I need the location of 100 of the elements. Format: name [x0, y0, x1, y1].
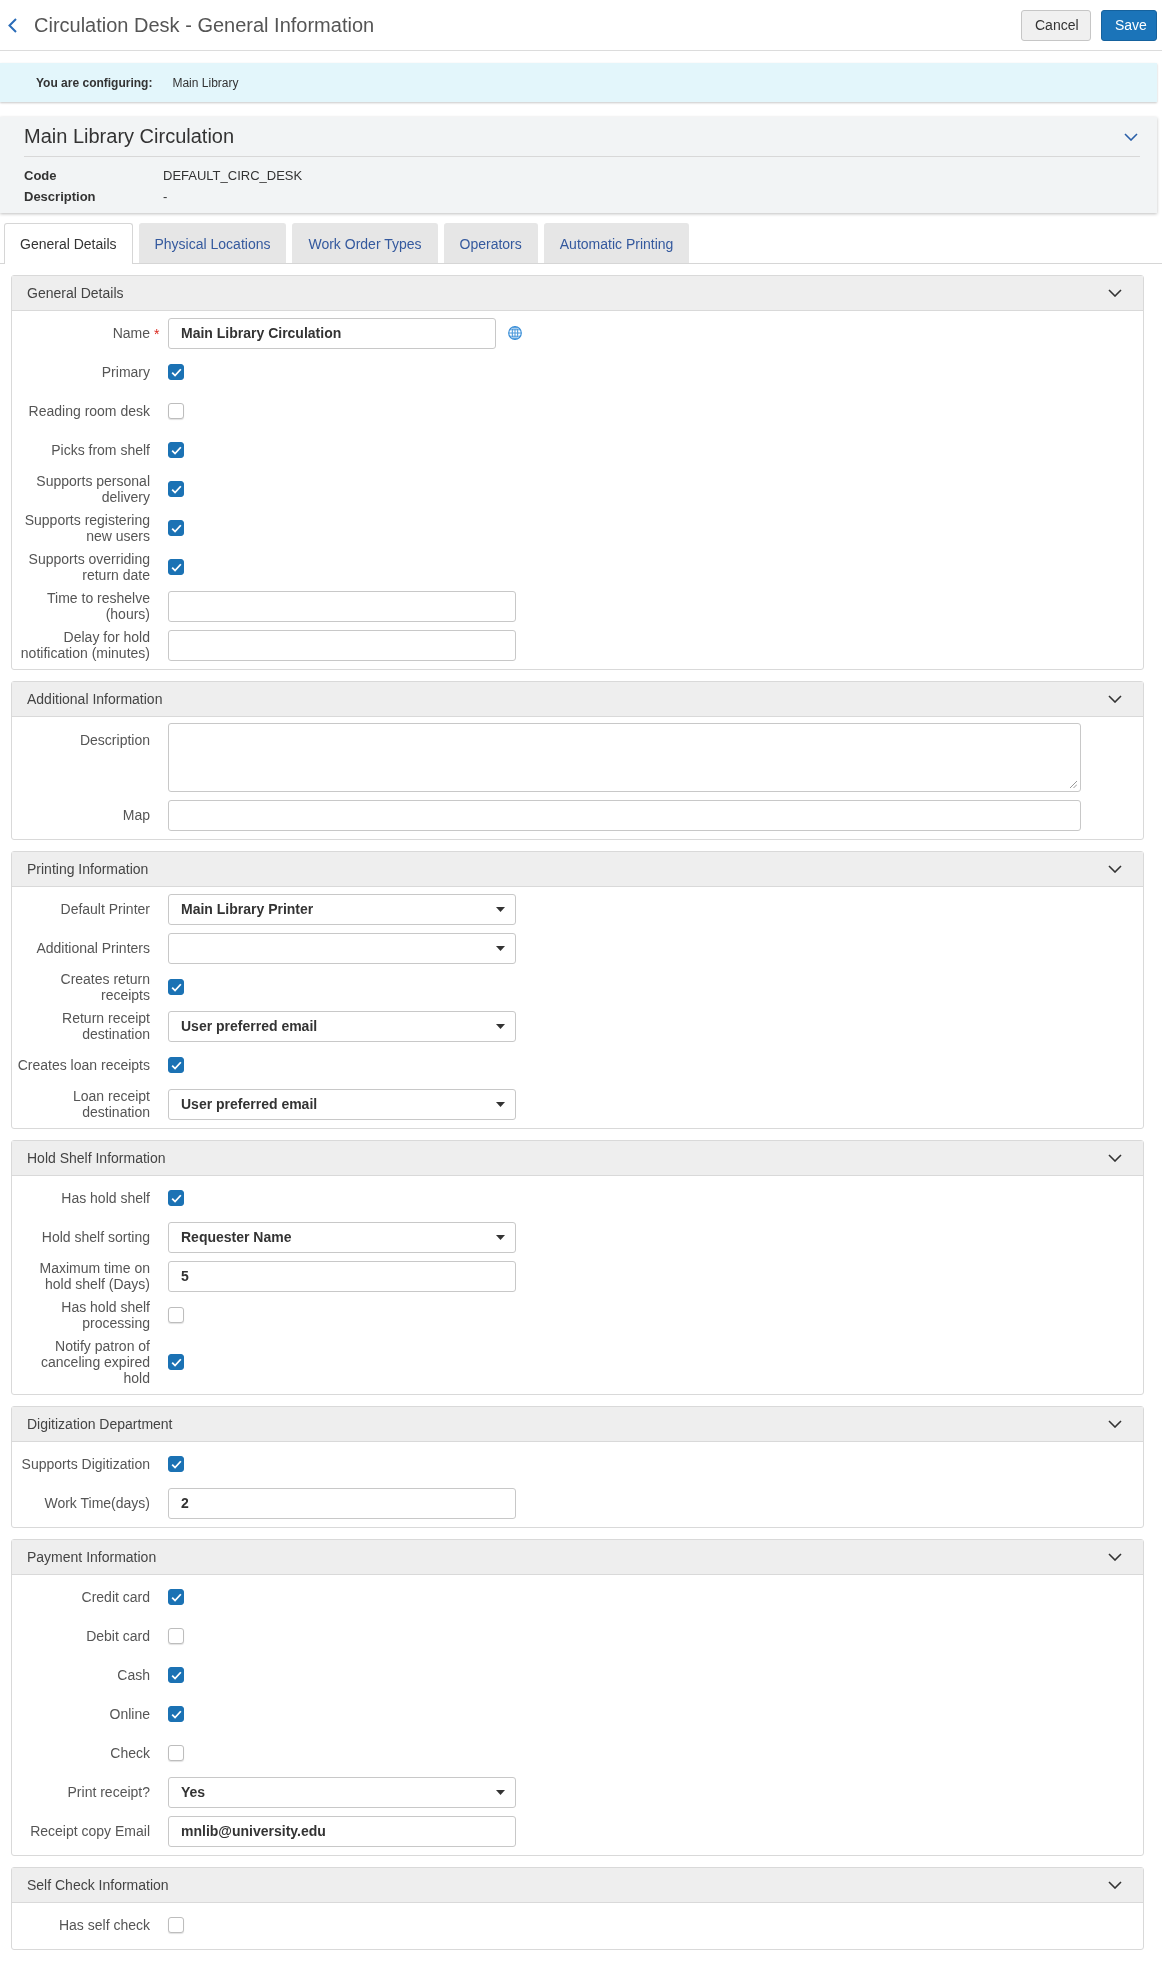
caret-icon [496, 1234, 505, 1240]
cancel-button[interactable]: Cancel [1021, 9, 1091, 41]
section-header[interactable]: Printing Information [12, 852, 1143, 887]
section-header[interactable]: Hold Shelf Information [12, 1141, 1143, 1176]
context-label: You are configuring: [36, 75, 153, 90]
field-label: Time to reshelve (hours) [47, 590, 150, 622]
field-label: Supports overriding return date [28, 551, 150, 583]
checkbox[interactable] [168, 442, 184, 458]
tab[interactable]: Physical Locations [138, 223, 287, 263]
chevron-down-icon[interactable] [1108, 1420, 1122, 1428]
context-value: Main Library [172, 75, 239, 90]
checkmark-icon [170, 1357, 182, 1367]
field-label: Supports personal delivery [36, 473, 150, 505]
text-field[interactable] [168, 629, 516, 661]
chevron-down-icon[interactable] [1108, 865, 1122, 873]
field-label: Reading room desk [28, 403, 150, 419]
chevron-down-icon[interactable] [1108, 1553, 1122, 1561]
back-icon[interactable] [8, 17, 17, 33]
section-header[interactable]: Digitization Department [12, 1407, 1143, 1442]
checkbox[interactable] [168, 979, 184, 995]
section-title: Hold Shelf Information [27, 1150, 166, 1166]
checkmark-icon [170, 562, 182, 572]
detail-label: Code [24, 168, 58, 183]
checkbox[interactable] [168, 1667, 184, 1683]
chevron-down-icon[interactable] [1124, 132, 1138, 141]
section-title: Printing Information [27, 861, 149, 877]
checkbox[interactable] [168, 1456, 184, 1472]
tab[interactable]: Operators [443, 223, 538, 263]
section-header[interactable]: Payment Information [12, 1540, 1143, 1575]
tab[interactable]: Automatic Printing [543, 223, 690, 263]
checkbox[interactable] [168, 559, 184, 575]
field-label: Name [112, 325, 150, 341]
chevron-down-icon[interactable] [1108, 289, 1122, 297]
checkbox[interactable] [168, 1354, 184, 1370]
checkbox[interactable] [168, 1706, 184, 1722]
section-header[interactable]: Additional Information [12, 682, 1143, 717]
field-label: Additional Printers [36, 940, 150, 956]
text-field[interactable] [168, 590, 516, 622]
dropdown[interactable]: Main Library Printer [168, 893, 516, 925]
chevron-down-icon[interactable] [1108, 695, 1122, 703]
checkbox[interactable] [168, 1589, 184, 1605]
chevron-down-icon[interactable] [1108, 1881, 1122, 1889]
checkbox[interactable] [168, 1057, 184, 1073]
field-label: Notify patron of canceling expired hold [41, 1338, 150, 1386]
field-label: Description [79, 732, 150, 748]
field-label: Loan receipt destination [72, 1088, 150, 1120]
checkbox[interactable] [168, 1190, 184, 1206]
dropdown[interactable]: Yes [168, 1776, 516, 1808]
section-title: Digitization Department [27, 1416, 173, 1432]
checkmark-icon [170, 1592, 182, 1602]
section-header[interactable]: Self Check Information [12, 1868, 1143, 1903]
checkbox[interactable] [168, 520, 184, 536]
caret-icon [496, 906, 505, 912]
field-label: Has hold shelf [61, 1190, 150, 1206]
checkmark-icon [170, 484, 182, 494]
resize-grip-icon[interactable] [1070, 781, 1077, 788]
checkbox[interactable] [168, 1307, 184, 1323]
tab[interactable]: Work Order Types [292, 223, 438, 263]
caret-icon [496, 1023, 505, 1029]
dropdown[interactable]: Requester Name [168, 1221, 516, 1253]
field-label: Receipt copy Email [30, 1823, 150, 1839]
checkbox[interactable] [168, 1745, 184, 1761]
field-label: Online [109, 1706, 150, 1722]
text-field[interactable]: Main Library Circulation [168, 317, 496, 349]
checkbox[interactable] [168, 364, 184, 380]
field-label: Supports Digitization [21, 1456, 150, 1472]
checkbox[interactable] [168, 403, 184, 419]
chevron-down-icon[interactable] [1108, 1154, 1122, 1162]
field-label: Default Printer [60, 901, 150, 917]
page-title: Circulation Desk - General Information [34, 13, 375, 37]
field-label: Cash [117, 1667, 150, 1683]
field-label: Return receipt destination [62, 1010, 150, 1042]
section-title: Self Check Information [27, 1877, 169, 1893]
field-label: Picks from shelf [51, 442, 150, 458]
checkbox[interactable] [168, 481, 184, 497]
field-label: Work Time(days) [44, 1495, 150, 1511]
caret-icon [496, 1101, 505, 1107]
field-label: Maximum time on hold shelf (Days) [39, 1260, 150, 1292]
dropdown[interactable]: User preferred email [168, 1088, 516, 1120]
field-label: Debit card [86, 1628, 150, 1644]
checkmark-icon [170, 982, 182, 992]
tab[interactable]: General Details [4, 223, 133, 264]
field-label: Map [122, 807, 150, 823]
save-button[interactable]: Save [1101, 9, 1157, 41]
text-field[interactable] [168, 799, 1081, 831]
checkbox[interactable] [168, 1628, 184, 1644]
checkbox[interactable] [168, 1917, 184, 1933]
field-label: Has hold shelf processing [61, 1299, 150, 1331]
globe-icon[interactable] [508, 326, 522, 340]
caret-icon [496, 945, 505, 951]
field-label: Creates return receipts [60, 971, 150, 1003]
section-header[interactable]: General Details [12, 276, 1143, 311]
text-field[interactable]: mnlib@university.edu [168, 1815, 516, 1847]
text-field[interactable]: 2 [168, 1487, 516, 1519]
checkmark-icon [170, 523, 182, 533]
dropdown[interactable]: User preferred email [168, 1010, 516, 1042]
field-label: Print receipt? [67, 1784, 150, 1800]
field-label: Supports registering new users [24, 512, 150, 544]
text-field[interactable]: 5 [168, 1260, 516, 1292]
caret-icon [496, 1789, 505, 1795]
